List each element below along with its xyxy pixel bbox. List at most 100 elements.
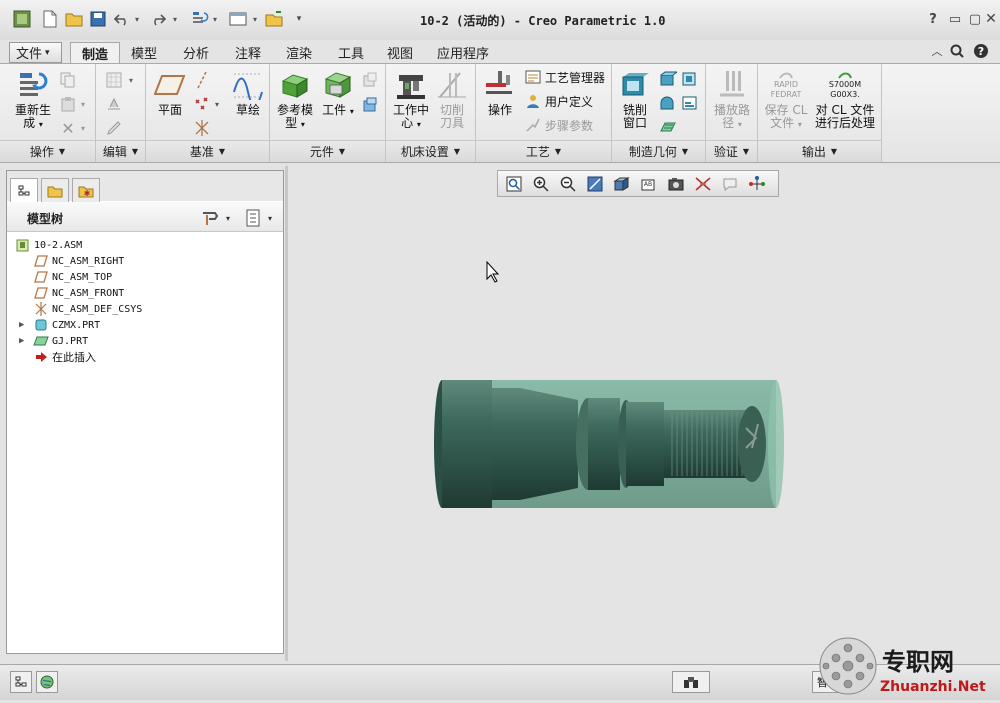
expand-arrow-icon[interactable]: ▶ (19, 320, 24, 330)
tree-node-datum-top[interactable]: NC_ASM_TOP (33, 269, 112, 285)
windows-dropdown-icon[interactable]: ▾ (250, 9, 260, 29)
tab-annotate[interactable]: 注释 (228, 42, 268, 63)
assembly-icon (15, 238, 31, 252)
annotation-icon[interactable] (719, 174, 741, 194)
datum-display-icon[interactable] (692, 174, 714, 194)
group-output-label[interactable]: 输出 ▼ (758, 140, 881, 162)
tab-folder-browser[interactable] (41, 178, 69, 202)
regenerate-button[interactable]: 重新生 成 ▾ (8, 69, 58, 131)
toggle-browser-icon[interactable] (36, 671, 58, 693)
operation-button[interactable]: 操作 (480, 69, 520, 117)
customize-icon[interactable]: ▾ (292, 9, 306, 29)
search-icon[interactable] (948, 42, 966, 60)
group-label: 操作 (29, 145, 54, 159)
help-icon[interactable]: ? (972, 42, 990, 60)
settings-dropdown-icon[interactable]: ▾ (223, 208, 233, 228)
plane-button[interactable]: 平面 (150, 69, 190, 117)
help-icon[interactable]: ? (924, 10, 942, 28)
windows-icon[interactable] (228, 9, 248, 29)
mill-volume-icon[interactable] (658, 69, 678, 89)
toggle-navigator-icon[interactable] (10, 671, 32, 693)
tab-applications[interactable]: 应用程序 (430, 42, 496, 63)
user-defined-button[interactable]: 用户定义 (524, 91, 593, 111)
repaint-icon[interactable] (584, 174, 606, 194)
model-icon[interactable] (12, 9, 32, 29)
zoom-out-icon[interactable] (557, 174, 579, 194)
new-icon[interactable] (40, 9, 60, 29)
post-process-button[interactable]: S7000M G00X3. 对 CL 文件 进行后处理 (812, 69, 878, 130)
group-operations-label[interactable]: 操作 ▼ (0, 140, 95, 162)
close-window-icon[interactable] (264, 9, 284, 29)
tree-node-part[interactable]: ▶ CZMX.PRT (19, 317, 100, 333)
process-manager-button[interactable]: 工艺管理器 (524, 67, 605, 87)
show-dropdown-icon[interactable]: ▾ (265, 208, 275, 228)
open-icon[interactable] (64, 9, 84, 29)
tab-analysis[interactable]: 分析 (176, 42, 216, 63)
play-path-button[interactable]: 播放路 径 ▾ (710, 69, 754, 131)
mirror-icon (104, 94, 124, 114)
part-model-view[interactable] (288, 166, 1000, 661)
collapse-ribbon-icon[interactable]: ︿ (928, 42, 946, 60)
zoom-in-icon[interactable] (530, 174, 552, 194)
view-manager-icon[interactable] (665, 174, 687, 194)
minimize-button[interactable]: ▭ (946, 10, 964, 28)
regenerate-dropdown-icon[interactable]: ▾ (210, 9, 220, 29)
tree-node-datum-front[interactable]: NC_ASM_FRONT (33, 285, 124, 301)
tab-favorites[interactable]: ✱ (72, 178, 100, 202)
save-cl-button[interactable]: RAPID FEDRAT 保存 CL 文件 ▾ (760, 69, 812, 131)
reference-model-button[interactable]: 参考模 型 ▾ (272, 69, 318, 131)
spin-center-icon[interactable] (746, 174, 768, 194)
stock-boundary-icon[interactable] (658, 117, 678, 137)
navigator-panel: ✱ 模型树 ▾ ▾ 10-2.ASM NC_ASM_RIGHT NC_ASM_T… (6, 170, 284, 654)
post-code-1: S7000M (828, 80, 862, 89)
group-components-label[interactable]: 元件 ▼ (270, 140, 385, 162)
tree-node-csys[interactable]: NC_ASM_DEF_CSYS (33, 301, 142, 317)
redo-icon[interactable] (148, 9, 168, 29)
saved-views-icon[interactable]: AB (638, 174, 660, 194)
undo-dropdown-icon[interactable]: ▾ (132, 9, 142, 29)
redo-dropdown-icon[interactable]: ▾ (170, 9, 180, 29)
show-icon[interactable] (243, 208, 263, 228)
chevron-down-icon: ▼ (131, 147, 139, 156)
tab-model-tree[interactable] (10, 178, 38, 203)
group-machine-setup-label[interactable]: 机床设置 ▼ (386, 140, 475, 162)
drill-group-icon[interactable] (658, 93, 678, 113)
regenerate-icon[interactable] (190, 9, 210, 29)
refit-icon[interactable] (503, 174, 525, 194)
part-icon (33, 318, 49, 332)
step-params-button[interactable]: 步骤参数 (524, 115, 593, 135)
tree-node-insert-here[interactable]: 在此插入 (33, 349, 96, 365)
tab-model[interactable]: 模型 (124, 42, 164, 63)
work-center-button[interactable]: 工作中 心 ▾ (390, 69, 432, 131)
mill-surface-icon[interactable] (680, 69, 700, 89)
tab-file[interactable]: 文件 ▾ (9, 42, 62, 63)
turn-profile-icon[interactable] (680, 93, 700, 113)
group-validate-label[interactable]: 验证 ▼ (706, 140, 757, 162)
tab-manufacturing[interactable]: 制造 (70, 42, 120, 63)
cutting-tool-button[interactable]: 切削 刀具 (434, 69, 470, 130)
graphics-area[interactable] (288, 166, 1000, 661)
tree-node-datum-right[interactable]: NC_ASM_RIGHT (33, 253, 124, 269)
save-icon[interactable] (88, 9, 108, 29)
undo-icon[interactable] (112, 9, 132, 29)
panel-divider[interactable] (285, 166, 288, 661)
group-datum-label[interactable]: 基准 ▼ (146, 140, 269, 162)
workpiece-label: 工件 (322, 103, 347, 117)
tree-node-assembly[interactable]: 10-2.ASM (15, 237, 82, 253)
mill-window-button[interactable]: 铣削 窗口 (616, 69, 654, 130)
display-style-icon[interactable] (611, 174, 633, 194)
group-mfg-geometry-label[interactable]: 制造几何 ▼ (612, 140, 705, 162)
expand-arrow-icon[interactable]: ▶ (19, 336, 24, 346)
tab-tools[interactable]: 工具 (331, 42, 371, 63)
group-edit-label[interactable]: 编辑 ▼ (96, 140, 145, 162)
tab-render[interactable]: 渲染 (279, 42, 319, 63)
settings-icon[interactable] (201, 208, 221, 228)
find-icon[interactable] (672, 671, 710, 693)
close-button[interactable]: ✕ (982, 10, 1000, 28)
workpiece-button[interactable]: 工件 ▾ (320, 69, 356, 118)
tab-view[interactable]: 视图 (380, 42, 420, 63)
tree-node-workpiece[interactable]: ▶ GJ.PRT (19, 333, 88, 349)
group-process-label[interactable]: 工艺 ▼ (476, 140, 611, 162)
sketch-button[interactable]: 草绘 (230, 69, 266, 117)
model-tree-icon (18, 185, 30, 196)
